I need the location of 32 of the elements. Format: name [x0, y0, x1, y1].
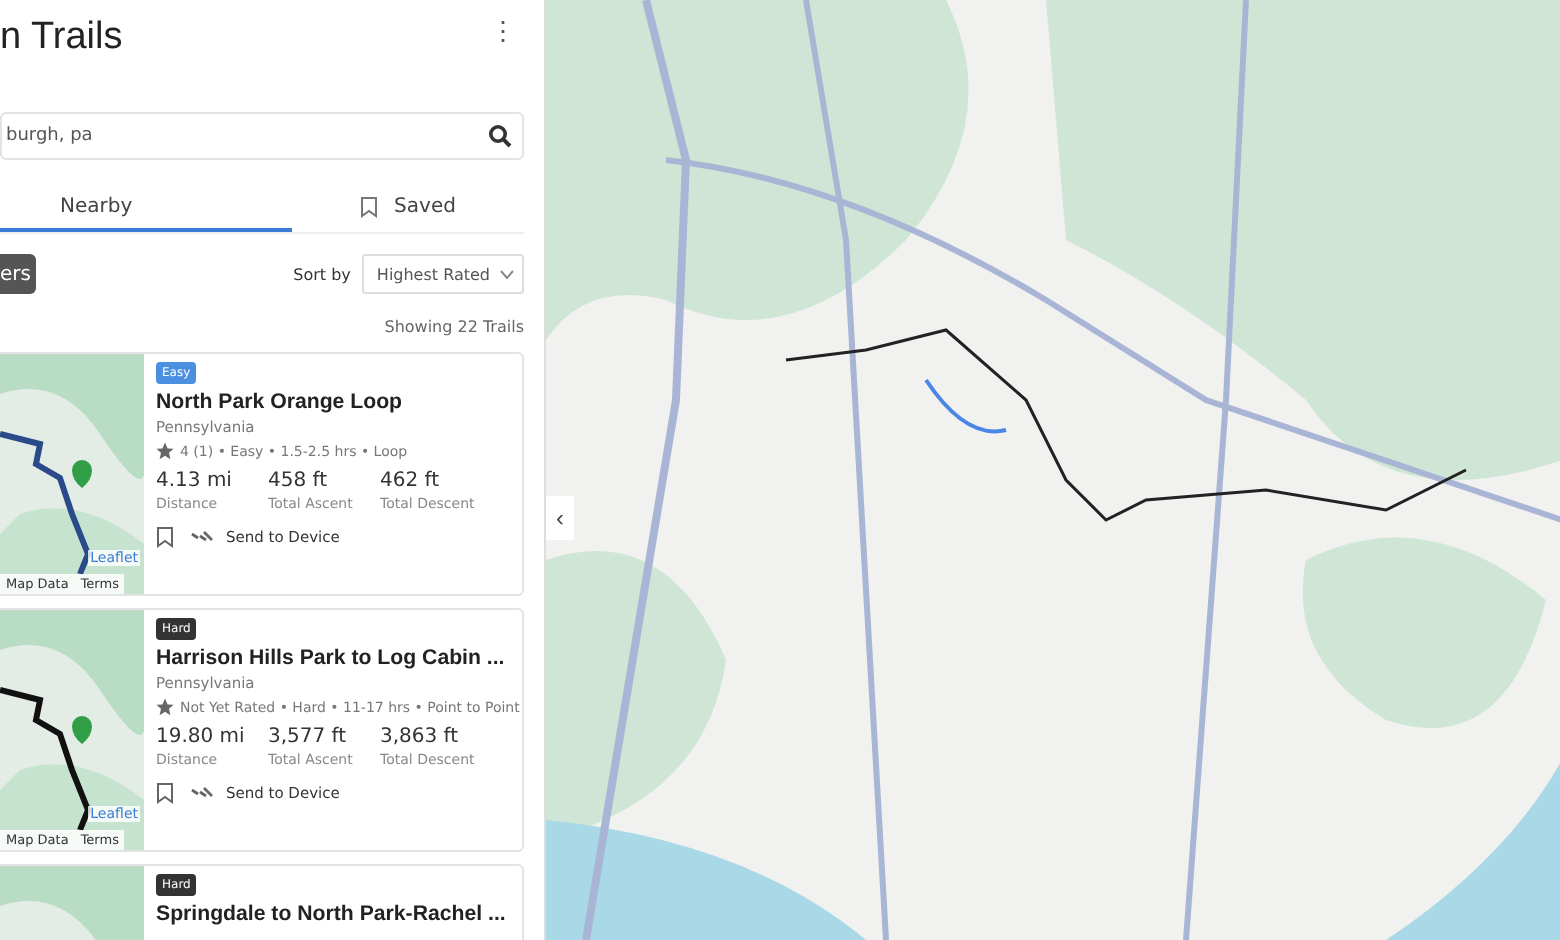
- bookmark-icon: [156, 526, 174, 548]
- trail-name[interactable]: Harrison Hills Park to Log Cabin ...: [156, 646, 522, 670]
- tab[interactable]: Saved: [292, 184, 524, 232]
- tab[interactable]: Nearby: [0, 184, 292, 232]
- stat-value: 19.80 mi: [156, 726, 247, 748]
- bookmark-button[interactable]: [156, 782, 174, 804]
- stat-value: 4.13 mi: [156, 470, 234, 492]
- trail-card[interactable]: [0, 608, 524, 852]
- sort-label: Sort by: [293, 265, 351, 283]
- collapse-panel-button[interactable]: ‹: [546, 496, 574, 540]
- stat-value: 3,577 ft: [268, 726, 349, 748]
- bookmark-icon: [156, 782, 174, 804]
- trail-name[interactable]: Springdale to North Park-Rachel ...: [156, 902, 522, 926]
- stat-value: 458 ft: [268, 470, 330, 492]
- stat-value: 462 ft: [380, 470, 442, 492]
- star-icon: [156, 698, 174, 716]
- trail-name[interactable]: North Park Orange Loop: [156, 390, 522, 414]
- stat-value: 3,863 ft: [380, 726, 461, 748]
- bookmark-button[interactable]: [156, 526, 174, 548]
- link-icon: [190, 530, 214, 544]
- search-field[interactable]: burgh, pa: [0, 112, 524, 160]
- result-count: Showing 22 Trails: [382, 318, 524, 336]
- chevron-down-icon: [500, 269, 514, 279]
- search-icon: [488, 124, 512, 148]
- star-icon: [156, 442, 174, 460]
- sort-dropdown[interactable]: Highest Rated: [362, 254, 524, 294]
- menu-button[interactable]: ⋮: [482, 16, 524, 46]
- app-title: n Trails: [0, 16, 123, 60]
- start-pin-icon: [72, 716, 92, 744]
- filters-button[interactable]: ers: [0, 254, 37, 294]
- start-pin-icon: [72, 460, 92, 488]
- link-icon: [190, 786, 214, 800]
